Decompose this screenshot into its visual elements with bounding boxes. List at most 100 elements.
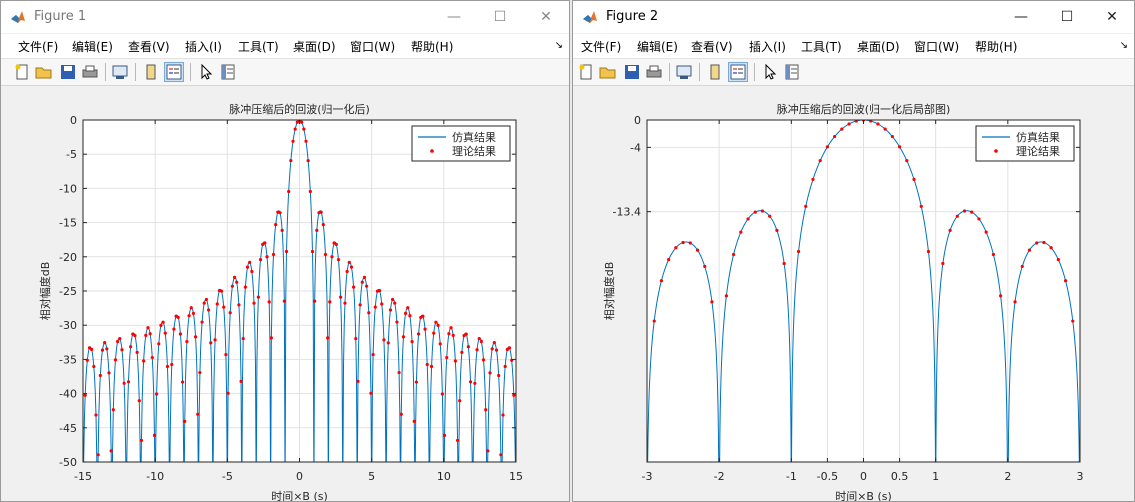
link-plot-icon[interactable] (111, 63, 129, 81)
property-editor-icon[interactable] (219, 63, 237, 81)
new-figure-icon[interactable] (577, 63, 595, 81)
data-point (287, 189, 291, 194)
menu-file[interactable]: 文件(F) (581, 38, 621, 55)
menu-view[interactable]: 查看(V) (691, 38, 733, 55)
data-point (397, 370, 401, 375)
data-point (724, 294, 728, 298)
legend-icon[interactable] (728, 62, 748, 82)
data-point (284, 249, 289, 254)
legend-icon[interactable] (164, 62, 184, 82)
data-point (833, 134, 837, 139)
minimize-button[interactable]: — (998, 1, 1044, 33)
data-point (356, 379, 360, 383)
pointer-icon[interactable] (761, 63, 779, 81)
data-point (391, 297, 395, 302)
y-tick-label: -35 (59, 353, 77, 366)
menu-overflow-icon[interactable]: ↘ (555, 40, 563, 51)
new-figure-icon[interactable] (13, 63, 31, 81)
save-icon[interactable] (623, 63, 641, 81)
menu-desktop[interactable]: 桌面(D) (857, 38, 900, 55)
save-icon[interactable] (59, 63, 77, 81)
data-point (475, 348, 479, 352)
data-point (100, 348, 105, 352)
open-file-icon[interactable] (35, 63, 53, 81)
figure1-titlebar[interactable]: Figure 1 — ☐ ✕ (1, 1, 569, 33)
figure2-titlebar[interactable]: Figure 2 — ☐ ✕ (573, 1, 1134, 33)
data-point (118, 336, 122, 341)
x-tick-label: 2 (1004, 470, 1011, 483)
data-point (165, 364, 170, 369)
x-tick-label: 0.5 (891, 470, 909, 483)
maximize-button[interactable]: ☐ (477, 1, 523, 33)
data-point (263, 241, 267, 245)
minimize-button[interactable]: — (431, 1, 477, 33)
close-button[interactable]: ✕ (1089, 1, 1134, 33)
y-tick-label: -45 (59, 422, 77, 435)
data-point (401, 335, 406, 339)
data-point (455, 438, 460, 443)
data-point (501, 413, 505, 417)
menu-window[interactable]: 窗口(W) (914, 38, 959, 55)
colorbar-icon[interactable] (706, 63, 724, 81)
figure1-canvas[interactable]: -15 -10 -5 0 5 10 15 0 -5 -10 -15 -20 -25 -30 -35 -40 -4… (1, 86, 569, 501)
data-point (382, 338, 386, 342)
legend-point-swatch (994, 149, 998, 153)
figure2-canvas[interactable]: -3 -2 -1 -0.5 0 0.5 1 2 3 0 -4 -13.4 脉冲压缩后的回波(归一化后局部… (573, 86, 1134, 501)
data-point (497, 373, 501, 378)
menu-edit[interactable]: 编辑(E) (637, 38, 678, 55)
data-point (178, 332, 183, 336)
figure1-axes[interactable]: -15 -10 -5 0 5 10 150-5-10-15-20-25-30-35-40-4… (1, 86, 570, 502)
figure2-axes[interactable]: -3 -2 -1 -0.5 0 0.5 1 2 3 0 -4 -13.4 脉冲压缩后的回波(归一化后局部… (573, 86, 1135, 502)
data-point (92, 364, 96, 369)
menu-desktop[interactable]: 桌面(D) (293, 38, 336, 55)
link-plot-icon[interactable] (675, 63, 693, 81)
data-point (248, 260, 252, 264)
legend: 仿真结果理论结果 (411, 125, 511, 162)
x-tick-label: 10 (437, 470, 451, 483)
data-point (490, 347, 494, 351)
data-point (378, 288, 382, 293)
menu-insert[interactable]: 插入(I) (185, 38, 222, 55)
print-icon[interactable] (81, 63, 99, 81)
figure2-window[interactable]: Figure 2 — ☐ ✕ 文件(F) 编辑(E) 查看(V) 插入(I) 工… (572, 0, 1135, 502)
maximize-button[interactable]: ☐ (1044, 1, 1090, 33)
menu-edit[interactable]: 编辑(E) (72, 38, 113, 55)
data-point (265, 255, 269, 259)
y-tick-label: -20 (59, 251, 77, 264)
data-point (477, 336, 481, 341)
data-point (96, 453, 100, 457)
menu-insert[interactable]: 插入(I) (749, 38, 786, 55)
data-point (111, 408, 115, 412)
data-point (224, 352, 228, 357)
print-icon[interactable] (645, 63, 663, 81)
menu-view[interactable]: 查看(V) (128, 38, 170, 55)
data-point (948, 228, 952, 233)
open-file-icon[interactable] (599, 63, 617, 81)
menu-tools[interactable]: 工具(T) (801, 38, 842, 55)
menu-overflow-icon[interactable]: ↘ (1120, 40, 1128, 51)
menu-file[interactable]: 文件(F) (18, 38, 58, 55)
close-button[interactable]: ✕ (523, 1, 569, 33)
data-point (847, 122, 851, 126)
menu-tools[interactable]: 工具(T) (238, 38, 279, 55)
legend: 仿真结果理论结果 (975, 125, 1075, 162)
data-point (421, 314, 425, 318)
menu-help[interactable]: 帮助(H) (975, 38, 1017, 55)
data-point (408, 314, 412, 318)
property-editor-icon[interactable] (783, 63, 801, 81)
figure1-window[interactable]: Figure 1 — ☐ ✕ 文件(F) 编辑(E) 查看(V) 插入(I) 工… (0, 0, 570, 502)
data-point (481, 358, 486, 362)
pointer-icon[interactable] (197, 63, 215, 81)
data-point (354, 337, 358, 341)
data-point (746, 217, 750, 221)
data-point (1027, 248, 1032, 252)
colorbar-icon[interactable] (142, 63, 160, 81)
data-point (460, 350, 464, 354)
data-point (94, 413, 98, 417)
data-point (840, 127, 844, 131)
data-point (984, 230, 988, 234)
data-point (98, 373, 102, 378)
menu-help[interactable]: 帮助(H) (411, 38, 453, 55)
menu-window[interactable]: 窗口(W) (350, 38, 395, 55)
data-point (369, 391, 373, 395)
